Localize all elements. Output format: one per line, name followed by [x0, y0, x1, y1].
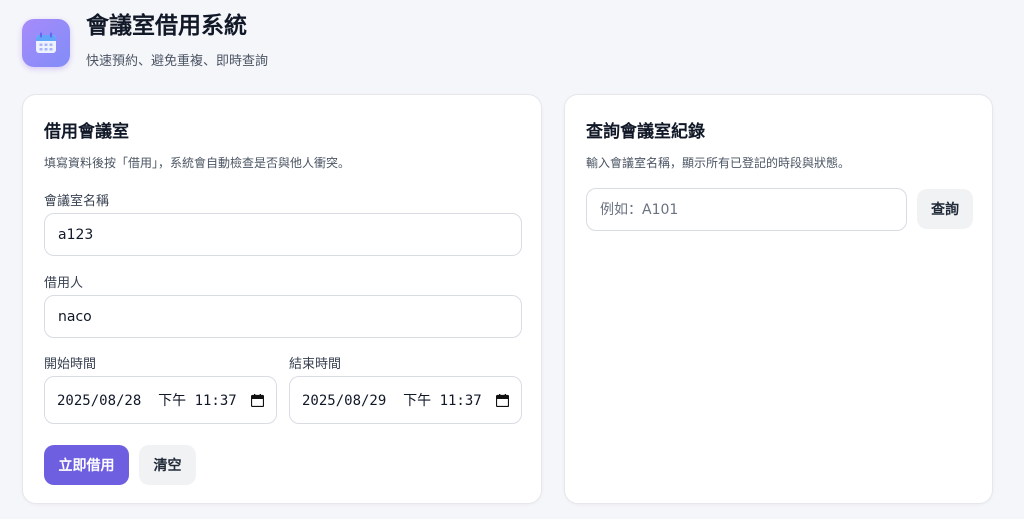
page-title: 會議室借用系統 [86, 13, 247, 39]
calendar-icon [22, 18, 70, 67]
start-time-label: 開始時間 [44, 357, 97, 372]
start-time-value: 2025/08/28 下午 11:37 [57, 393, 237, 409]
query-room-input[interactable] [586, 188, 907, 231]
page-subtitle: 快速預約、避免重複、即時查詢 [86, 54, 269, 69]
start-time-input[interactable]: 2025/08/28 下午 11:37 [44, 376, 277, 424]
query-card-title: 查詢會議室紀錄 [586, 122, 705, 142]
clear-button[interactable]: 清空 [139, 445, 196, 485]
borrow-card-title: 借用會議室 [44, 122, 129, 142]
query-card-description: 輸入會議室名稱，顯示所有已登記的時段與狀態。 [586, 156, 851, 170]
end-time-label: 結束時間 [289, 357, 342, 372]
app-header: 會議室借用系統 快速預約、避免重複、即時查詢 [22, 13, 269, 69]
end-time-input[interactable]: 2025/08/29 下午 11:37 [289, 376, 522, 424]
borrower-label: 借用人 [44, 276, 84, 291]
query-card: 查詢會議室紀錄 輸入會議室名稱，顯示所有已登記的時段與狀態。 查詢 [564, 94, 993, 504]
room-name-input[interactable] [44, 213, 522, 256]
borrower-input[interactable] [44, 295, 522, 338]
query-button[interactable]: 查詢 [917, 189, 973, 229]
borrow-card: 借用會議室 填寫資料後按「借用」，系統會自動檢查是否與他人衝突。 會議室名稱 借… [22, 94, 542, 504]
calendar-picker-icon[interactable] [495, 393, 509, 407]
borrow-submit-button[interactable]: 立即借用 [44, 445, 129, 485]
room-name-label: 會議室名稱 [44, 194, 110, 209]
calendar-picker-icon[interactable] [250, 393, 264, 407]
borrow-card-description: 填寫資料後按「借用」，系統會自動檢查是否與他人衝突。 [44, 156, 351, 170]
end-time-value: 2025/08/29 下午 11:37 [302, 393, 482, 409]
